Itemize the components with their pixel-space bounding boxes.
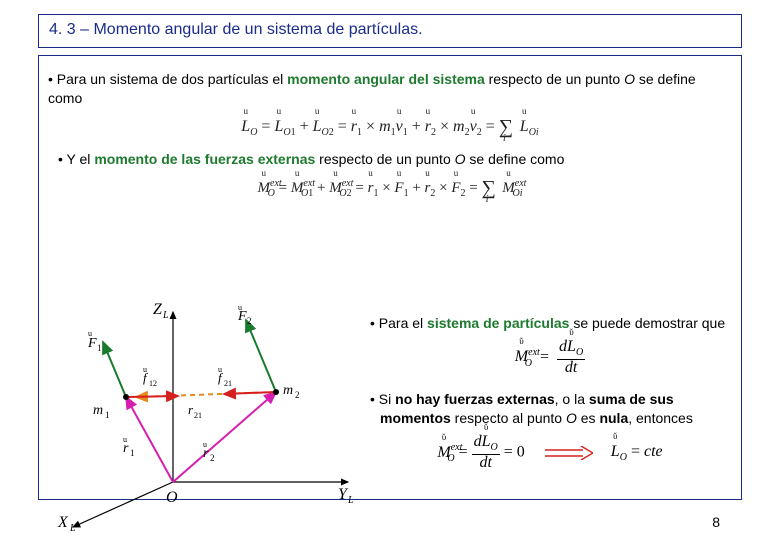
b3-post: se puede demostrar que	[569, 315, 725, 331]
svg-text:1: 1	[130, 448, 135, 458]
svg-text:u: u	[238, 303, 242, 312]
point-m1	[123, 394, 129, 400]
right-column: • Para el sistema de partículas se puede…	[368, 310, 732, 486]
b2-green: momento de las fuerzas externas	[94, 151, 315, 167]
label-F1: F	[87, 336, 97, 351]
b4-s3: nula	[599, 410, 628, 426]
bullet-1: • Para un sistema de dos partículas el m…	[48, 70, 732, 108]
vector-r1	[126, 397, 173, 482]
axes	[73, 312, 348, 527]
label-m1: m	[93, 403, 103, 418]
b4-mid3: es	[577, 410, 600, 426]
b4-O: O	[566, 410, 577, 426]
b1-O: O	[624, 71, 635, 87]
svg-text:L: L	[69, 523, 76, 532]
bullet-4: • Si no hay fuerzas externas, o la suma …	[368, 390, 732, 428]
b4-mid: , o la	[555, 391, 589, 407]
b2-post: se define como	[466, 151, 565, 167]
vector-f21	[224, 392, 276, 394]
svg-text:u: u	[218, 365, 222, 374]
label-ZL: Z	[153, 302, 163, 318]
b4-s1: no hay fuerzas externas	[395, 391, 555, 407]
svg-text:u: u	[203, 440, 207, 449]
svg-text:u: u	[143, 365, 147, 374]
bullet-3: • Para el sistema de partículas se puede…	[368, 314, 732, 333]
content-area: • Para un sistema de dos partículas el m…	[48, 62, 732, 492]
svg-text:21: 21	[224, 379, 232, 388]
b2-pre: Y el	[67, 151, 95, 167]
b2-mid: respecto de un punto	[315, 151, 454, 167]
vector-F1	[103, 342, 126, 397]
svg-text:2: 2	[210, 453, 215, 463]
label-m2: m	[283, 383, 293, 398]
svg-text:2: 2	[295, 390, 300, 400]
page-number: 8	[712, 514, 720, 530]
equation-3: ῠMextO = dῠLO dt	[368, 339, 732, 376]
force-diagram: Z L X L Y L O	[48, 302, 358, 532]
label-O: O	[166, 489, 178, 506]
section-title: 4. 3 – Momento angular de un sistema de …	[49, 21, 423, 38]
svg-text:12: 12	[149, 379, 157, 388]
section-title-box: 4. 3 – Momento angular de un sistema de …	[38, 14, 742, 48]
implies-arrow-icon	[543, 444, 593, 462]
b4-pre: Si	[379, 391, 395, 407]
label-XL: X	[57, 514, 69, 531]
b3-green: sistema de partículas	[427, 315, 569, 331]
b1-mid: respecto de un punto	[485, 71, 624, 87]
bullet-2: • Y el momento de las fuerzas externas r…	[58, 150, 732, 169]
svg-text:u: u	[123, 435, 127, 444]
b2-O: O	[455, 151, 466, 167]
svg-text:u: u	[88, 329, 92, 338]
vector-F2	[246, 320, 276, 392]
b4-post: , entonces	[628, 410, 693, 426]
equation-2: uMextO = uMextO1 + uMextO2 = ur1 × uF1 +…	[48, 175, 732, 199]
b1-pre: Para un sistema de dos partículas el	[57, 71, 287, 87]
vector-f12	[126, 396, 178, 397]
svg-text:L: L	[347, 495, 354, 506]
b4-mid2: respecto al punto	[451, 410, 566, 426]
svg-text:L: L	[162, 310, 169, 321]
svg-text:2: 2	[247, 316, 252, 326]
b1-green: momento angular del sistema	[287, 71, 485, 87]
equation-1: uLO = uLO1 + uLO2 = ur1 × m1uv1 + ur2 × …	[48, 114, 732, 138]
point-m2	[273, 389, 279, 395]
svg-text:21: 21	[194, 411, 202, 420]
equation-4: ῠMextO = dῠLO dt = 0 ῠLO =	[368, 434, 732, 471]
svg-text:1: 1	[105, 410, 110, 420]
b3-pre: Para el	[379, 315, 427, 331]
svg-text:1: 1	[97, 343, 102, 353]
